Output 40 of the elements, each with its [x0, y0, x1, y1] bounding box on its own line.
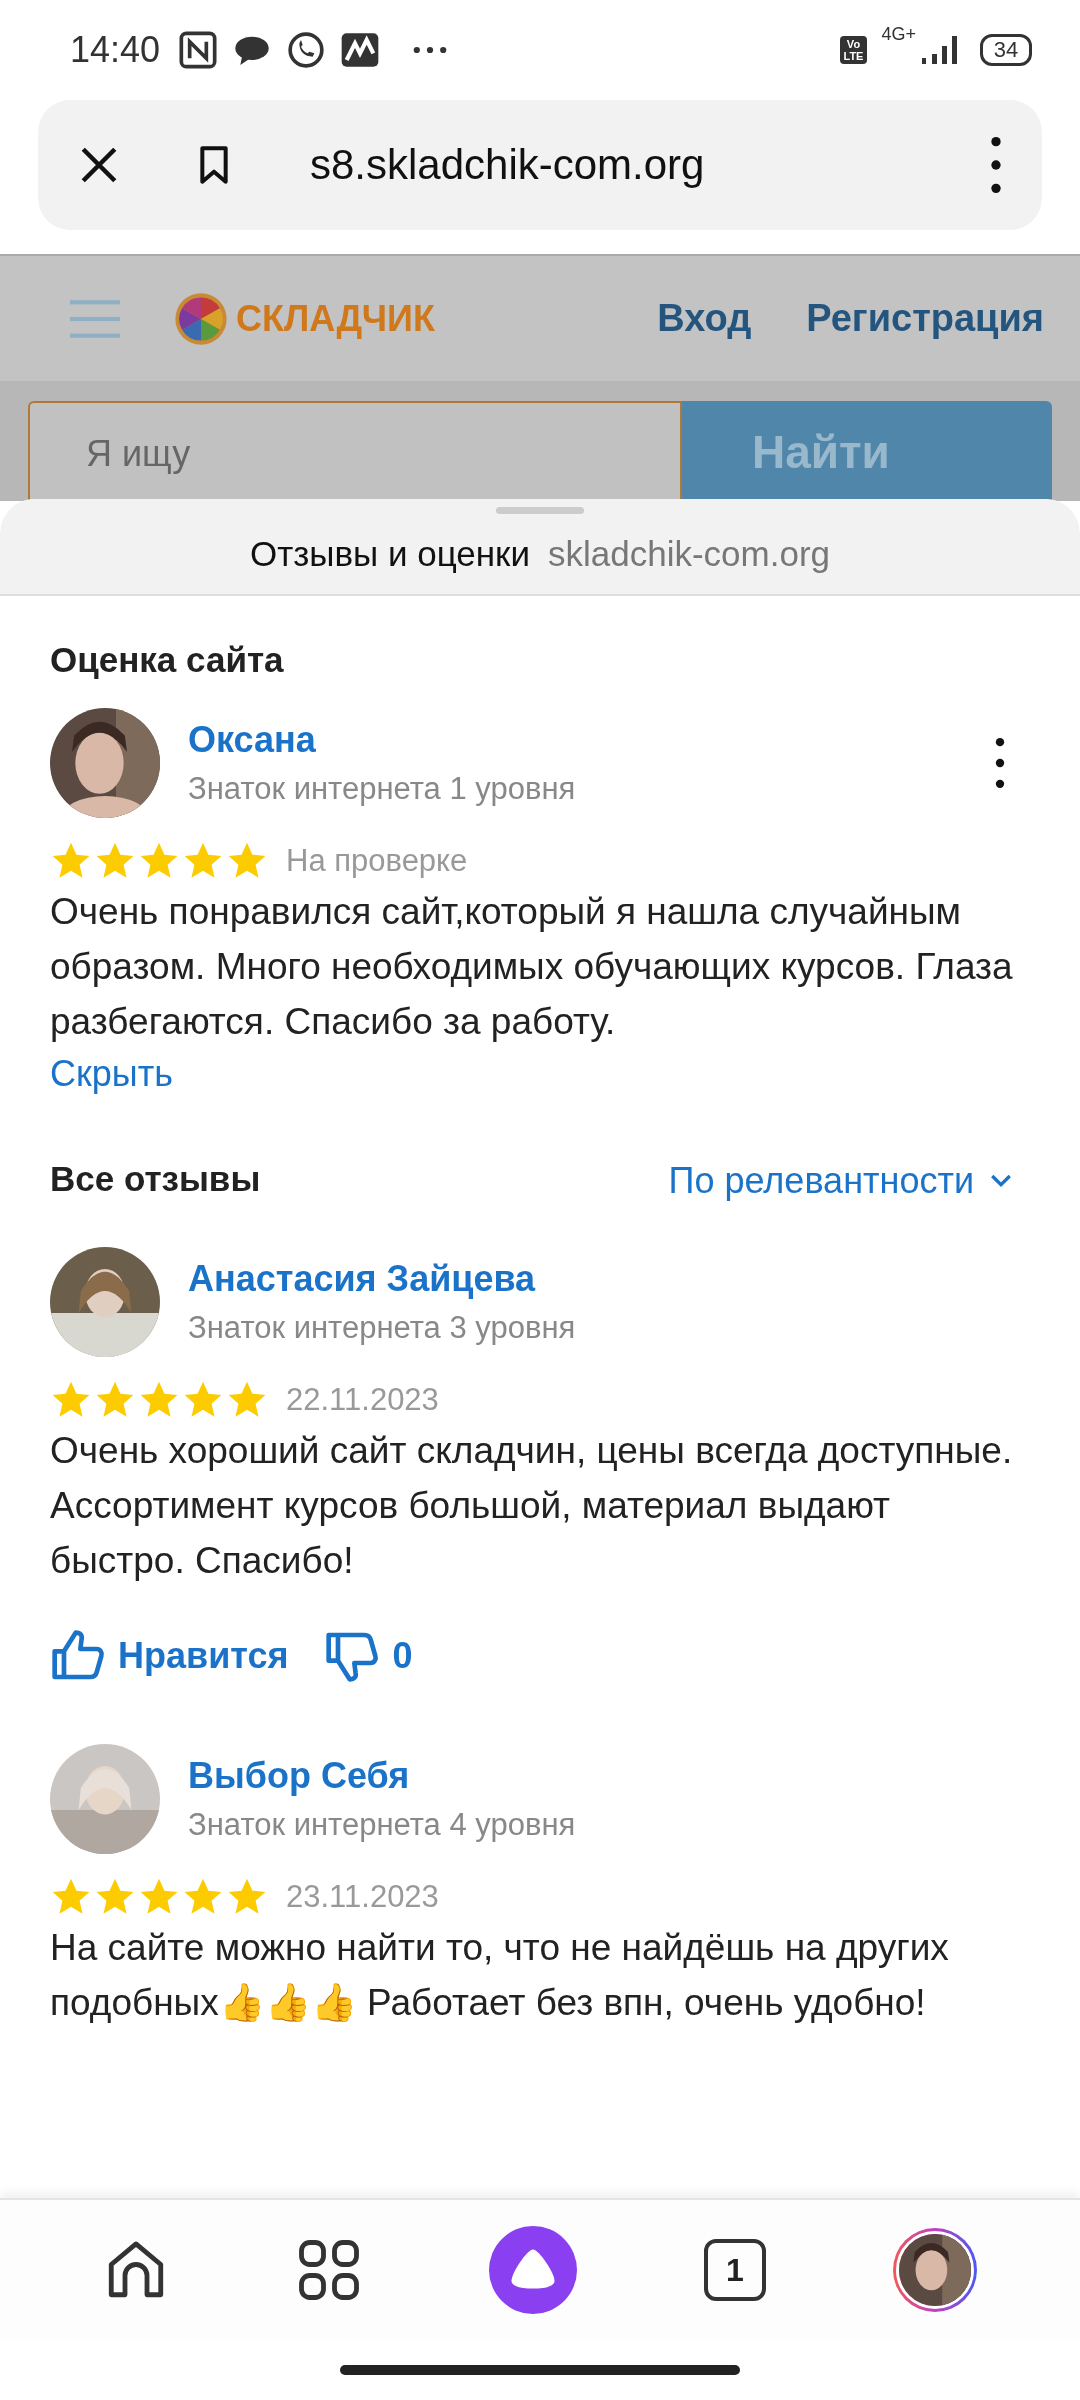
- reviewer-name[interactable]: Оксана: [188, 719, 966, 761]
- register-link[interactable]: Регистрация: [806, 297, 1044, 340]
- assistant-icon[interactable]: [489, 2226, 577, 2314]
- tabs-button[interactable]: 1: [703, 2239, 766, 2301]
- like-button[interactable]: Нравится: [50, 1628, 289, 1684]
- hide-link[interactable]: Скрыть: [50, 1053, 1030, 1095]
- reviewer-level: Знаток интернета 1 уровня: [188, 771, 577, 807]
- review-text: Очень хороший сайт складчин, цены всегда доступные. Ассортимент курсов большой, материал выдают быстро. Спасибо!: [50, 1429, 1014, 1583]
- more-icon: [412, 45, 449, 55]
- nfc-icon: [178, 30, 219, 70]
- network-type: 4G+: [881, 24, 916, 45]
- reviewer-level: Знаток интернета 3 уровня: [188, 1310, 577, 1346]
- dislike-button[interactable]: 0: [324, 1628, 413, 1684]
- review-date: 22.11.2023: [286, 1382, 439, 1418]
- battery-indicator: 34: [980, 34, 1032, 66]
- drag-handle[interactable]: [496, 507, 584, 514]
- sheet-domain: skladchik-com.org: [547, 534, 830, 574]
- sort-dropdown[interactable]: По релевантности: [668, 1160, 1016, 1202]
- volte-badge: Vo LTE: [839, 36, 868, 64]
- phone-chat-icon: [286, 30, 327, 70]
- review-text: На сайте можно найти то, что не найдёшь на других подобных👍👍👍 Работает без впн, очень удобно!: [50, 1926, 950, 2025]
- logo-icon[interactable]: [174, 291, 228, 346]
- reviewer-name[interactable]: Выбор Себя: [188, 1755, 1030, 1797]
- section-heading: Оценка сайта: [50, 639, 285, 681]
- review-date: 23.11.2023: [286, 1879, 439, 1915]
- url-text[interactable]: s8.skladchik-com.org: [310, 141, 990, 189]
- status-time: 14:40: [70, 29, 161, 71]
- search-field[interactable]: Я ищу: [28, 401, 682, 501]
- menu-icon[interactable]: [990, 137, 1002, 193]
- section-heading: Все отзывы: [50, 1158, 261, 1200]
- login-link[interactable]: Вход: [657, 297, 752, 340]
- sheet-title: Отзывы и оценки: [250, 534, 530, 574]
- reviewer-name[interactable]: Анастасия Зайцева: [188, 1258, 1030, 1300]
- signal-icon: [920, 34, 960, 66]
- address-bar[interactable]: s8.skladchik-com.org: [38, 100, 1042, 230]
- review-text: Очень понравился сайт,который я нашла случайным образом. Много необходимых обучающих курсов. Глаза разбегаются. Спасибо за работу.: [50, 890, 1014, 1044]
- app-icon: [340, 30, 381, 70]
- more-icon[interactable]: [994, 738, 1006, 788]
- reviewer-level: Знаток интернета 4 уровня: [188, 1807, 577, 1843]
- review-status: На проверке: [286, 843, 468, 879]
